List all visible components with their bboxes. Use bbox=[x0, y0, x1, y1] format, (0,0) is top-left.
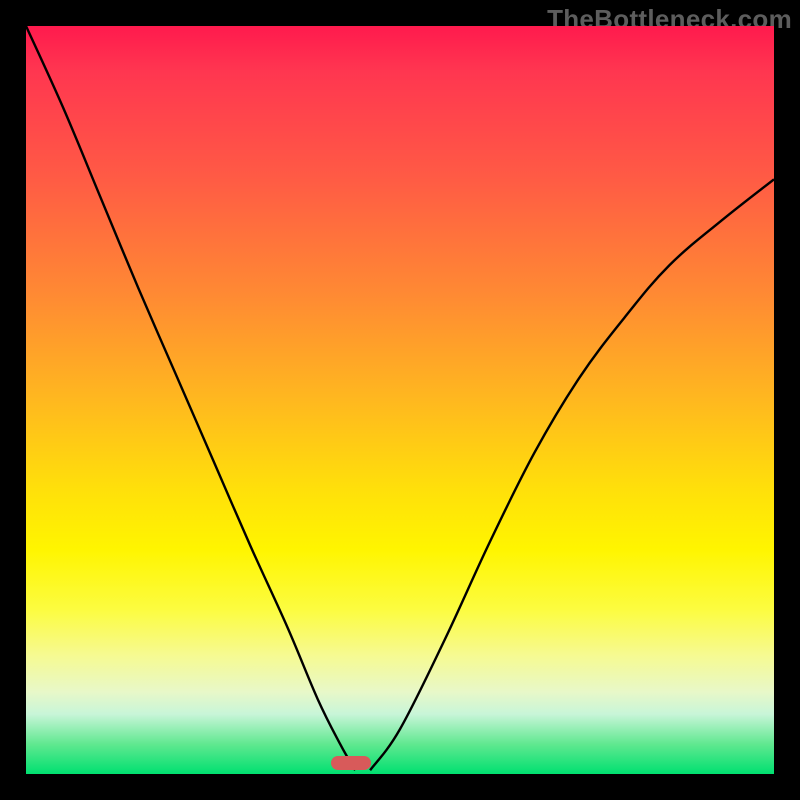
plot-frame bbox=[26, 26, 774, 774]
minimum-marker bbox=[331, 756, 371, 770]
curve-right-branch bbox=[370, 179, 774, 770]
curve-svg bbox=[26, 26, 774, 774]
curve-left-branch bbox=[26, 26, 355, 770]
